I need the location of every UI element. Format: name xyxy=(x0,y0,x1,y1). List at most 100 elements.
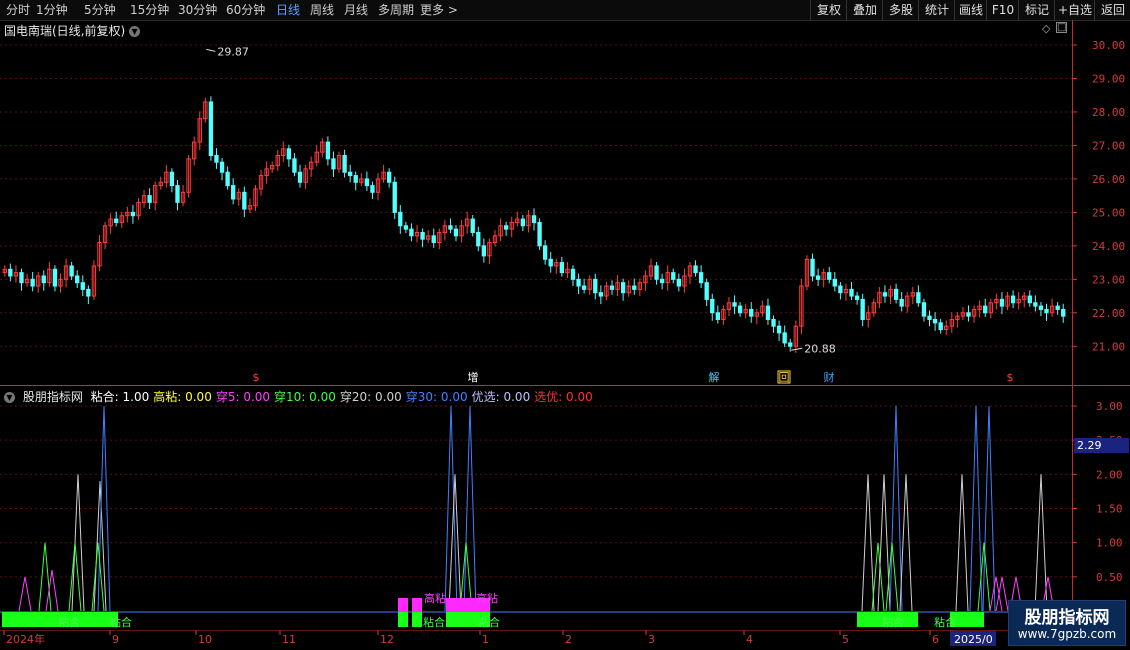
mark-button[interactable]: 标记 xyxy=(1018,0,1055,20)
price-tick-label: 25.00 xyxy=(1092,206,1125,219)
tab-5min[interactable]: 5分钟 xyxy=(84,2,116,18)
tab-monthly[interactable]: 月线 xyxy=(344,2,368,18)
candle-body xyxy=(899,298,904,307)
tab-1min[interactable]: 1分钟 xyxy=(36,2,68,18)
overlay-button[interactable]: 叠加 xyxy=(846,0,883,20)
block-label: 粘合 xyxy=(882,615,904,629)
candle-body xyxy=(593,278,598,294)
candle-body xyxy=(208,101,214,156)
candle-body xyxy=(398,211,403,227)
candle-body xyxy=(8,268,13,277)
f10-button[interactable]: F10 xyxy=(986,0,1019,20)
candle-body xyxy=(609,285,615,290)
statistics-button[interactable]: 统计 xyxy=(918,0,955,20)
time-axis: 2024年 9 10 11 12 1 2 3 4 5 6 2025/0 xyxy=(0,630,1072,646)
stick-block xyxy=(398,612,408,627)
candle-body xyxy=(698,272,704,284)
block-label: 粘合 xyxy=(478,615,500,629)
candle-body xyxy=(832,278,837,287)
candle-body xyxy=(231,185,236,200)
current-value-badge: 2.29 xyxy=(1074,438,1129,453)
x-tick-label: 9 xyxy=(112,633,119,646)
draw-line-button[interactable]: 画线 xyxy=(954,0,987,20)
candle-body xyxy=(654,265,659,280)
tab-15min[interactable]: 15分钟 xyxy=(130,2,169,18)
candle-body xyxy=(86,288,91,297)
x-tick-label: 12 xyxy=(380,633,394,646)
indicator-spike xyxy=(97,405,111,612)
candle-body xyxy=(1061,308,1066,317)
high-marker-line xyxy=(206,48,216,52)
back-button[interactable]: 返回 xyxy=(1094,0,1130,20)
watermark-title: 股朋指标网 xyxy=(1024,608,1110,628)
candle-body xyxy=(175,185,180,203)
multi-stock-button[interactable]: 多股 xyxy=(882,0,919,20)
x-tick-label: 4 xyxy=(746,633,753,646)
candle-body xyxy=(671,272,676,280)
candle-body xyxy=(225,171,230,187)
candle-body xyxy=(537,221,542,247)
indicator-chart[interactable]: 3.002.502.001.501.000.50粘合粘合高粘粘合高粘粘合粘合粘合 xyxy=(0,386,1130,630)
tab-weekly[interactable]: 周线 xyxy=(310,2,334,18)
candle-body xyxy=(1044,308,1049,314)
candle-body xyxy=(52,268,58,287)
event-label: 增 xyxy=(468,370,479,384)
indicator-tick-label: 3.00 xyxy=(1096,400,1123,413)
tab-60min[interactable]: 60分钟 xyxy=(226,2,265,18)
restore-right-button[interactable]: 复权 xyxy=(810,0,847,20)
candle-body xyxy=(409,228,414,237)
price-tick-label: 30.00 xyxy=(1092,39,1125,52)
event-label: 解 xyxy=(709,370,720,384)
x-tick-label: 2025/0 xyxy=(954,633,993,646)
tab-fenshi[interactable]: 分时 xyxy=(6,2,30,18)
candle-body xyxy=(570,268,576,280)
candle-body xyxy=(632,285,637,290)
price-tick-label: 24.00 xyxy=(1092,240,1125,253)
candle-body xyxy=(576,278,581,287)
candle-body xyxy=(771,318,776,327)
candle-body xyxy=(476,231,481,247)
indicator-spike xyxy=(18,576,32,612)
candle-body xyxy=(342,154,347,173)
watermark-url: www.7gpzb.com xyxy=(1017,627,1117,641)
candle-body xyxy=(882,292,888,297)
candle-body xyxy=(737,305,743,314)
candle-body xyxy=(242,191,247,210)
price-tick-label: 28.00 xyxy=(1092,106,1125,119)
period-toolbar: 分时 1分钟 5分钟 15分钟 30分钟 60分钟 日线 周线 月线 多周期 更… xyxy=(0,0,1130,21)
candle-body xyxy=(921,302,927,317)
candle-body xyxy=(938,322,943,331)
event-label: $ xyxy=(1007,371,1014,384)
indicator-tick-label: 1.00 xyxy=(1096,537,1123,550)
x-tick-label: 3 xyxy=(648,633,655,646)
candle-body xyxy=(392,181,397,213)
stick-block xyxy=(412,612,422,627)
high-stick-block xyxy=(398,598,408,612)
candle-body xyxy=(704,282,709,300)
candle-body xyxy=(325,141,331,160)
candlestick-chart[interactable]: 30.00 29.00 28.00 27.00 26.00 25.00 24.00 23.00… xyxy=(0,20,1130,385)
event-label: $ xyxy=(253,371,260,384)
candle-body xyxy=(1010,295,1016,304)
candle-body xyxy=(531,215,537,223)
candle-body xyxy=(548,258,553,267)
tab-daily[interactable]: 日线 xyxy=(276,2,300,18)
candle-body xyxy=(838,285,843,294)
add-watchlist-button[interactable]: +自选 xyxy=(1054,0,1095,20)
tab-30min[interactable]: 30分钟 xyxy=(178,2,217,18)
candle-body xyxy=(542,245,548,260)
candle-body xyxy=(448,225,453,230)
x-tick-label: 10 xyxy=(198,633,212,646)
event-marker: 增 xyxy=(468,370,479,384)
candle-body xyxy=(932,318,938,324)
tab-more[interactable]: 更多 > xyxy=(420,2,458,18)
candle-body xyxy=(849,288,854,297)
event-marker: 回 xyxy=(777,370,791,384)
candle-body xyxy=(1055,305,1060,310)
candle-body xyxy=(776,325,782,334)
candle-body xyxy=(481,245,487,257)
candle-body xyxy=(292,158,297,173)
tab-multi-period[interactable]: 多周期 xyxy=(378,2,414,18)
indicator-spike xyxy=(861,474,875,612)
price-tick-label: 27.00 xyxy=(1092,139,1125,152)
